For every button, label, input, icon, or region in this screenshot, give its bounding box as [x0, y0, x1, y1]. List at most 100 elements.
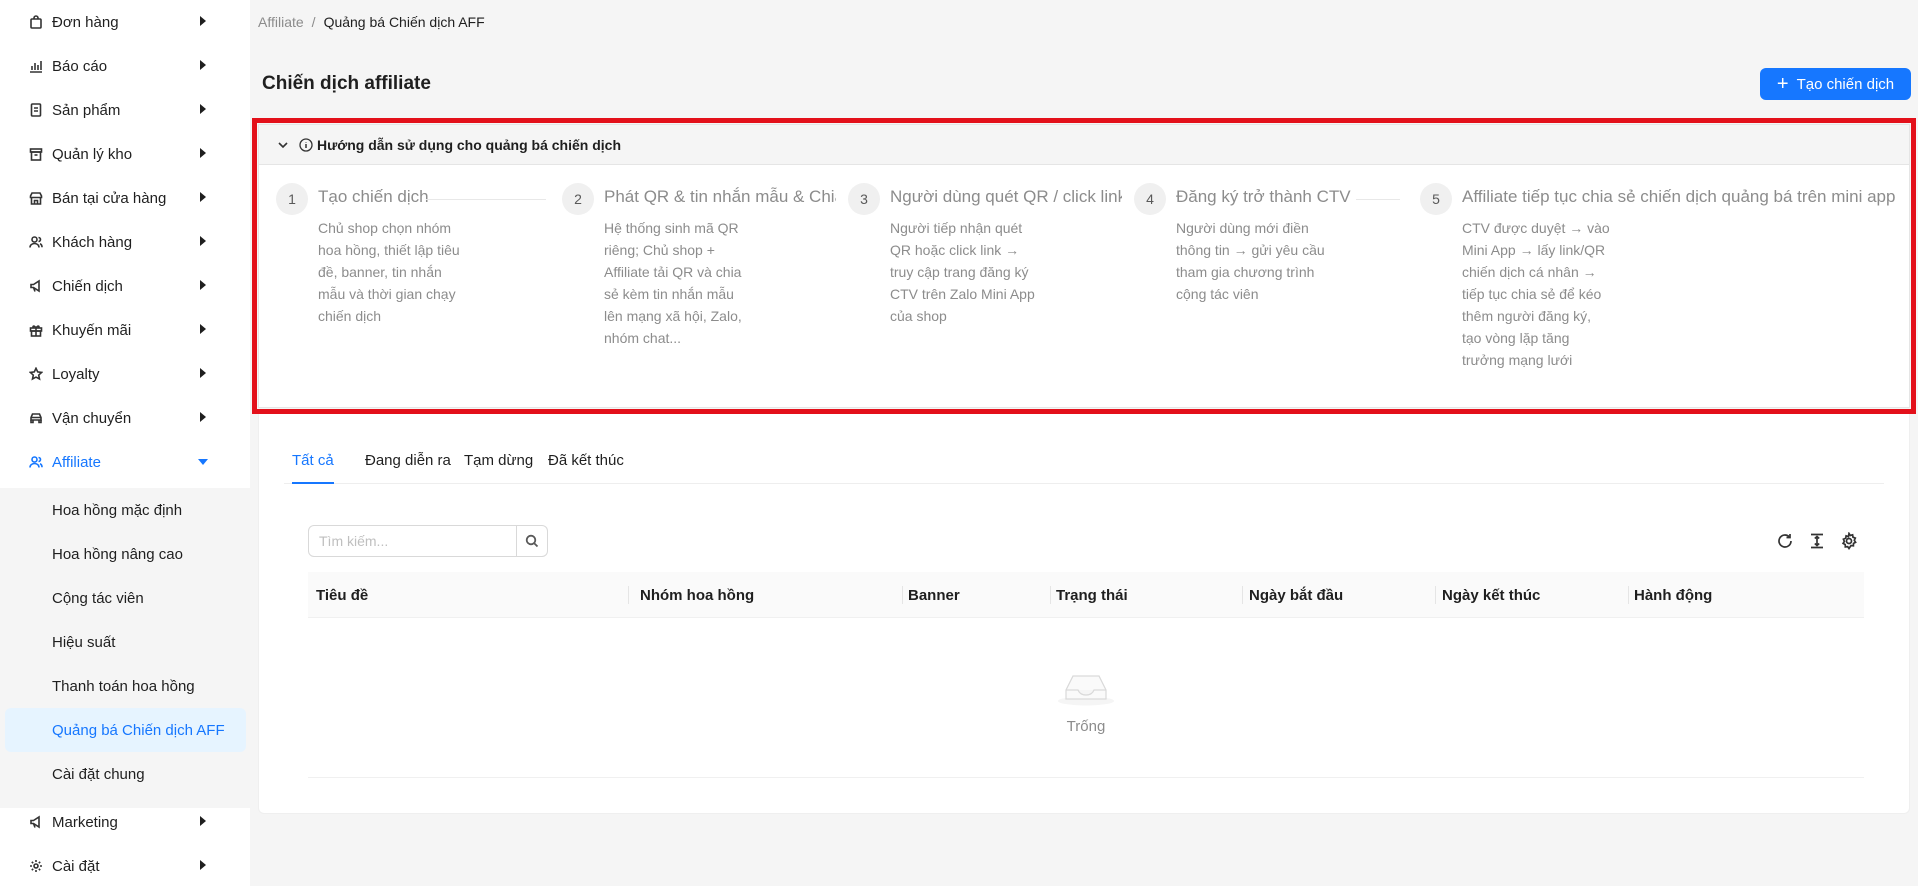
sidebar-item-label: Sản phẩm — [52, 101, 121, 119]
breadcrumb-separator: / — [311, 14, 316, 30]
sidebar-item-campaigns[interactable]: Chiến dịch — [0, 264, 250, 308]
caret-down-icon — [198, 459, 208, 465]
column-divider — [628, 586, 629, 604]
status-tabs: Tất cả Đang diễn ra Tạm dừng Đã kết thúc — [284, 414, 1884, 484]
submenu-item-performance[interactable]: Hiệu suất — [0, 620, 250, 664]
sidebar-item-label: Cài đặt — [52, 857, 100, 875]
step-number: 2 — [562, 183, 594, 215]
caret-right-icon — [200, 16, 206, 26]
info-circle-icon — [299, 137, 313, 152]
caret-right-icon — [200, 60, 206, 70]
sidebar-item-shipping[interactable]: Vận chuyển — [0, 396, 250, 440]
submenu-item-collaborators[interactable]: Cộng tác viên — [0, 576, 250, 620]
sidebar-item-promotions[interactable]: Khuyến mãi — [0, 308, 250, 352]
sidebar-item-loyalty[interactable]: Loyalty — [0, 352, 250, 396]
search-input[interactable] — [308, 525, 517, 557]
submenu-item-general-settings[interactable]: Cài đặt chung — [0, 752, 250, 796]
column-height-icon[interactable] — [1807, 531, 1827, 551]
settings-gear-icon[interactable] — [1839, 531, 1859, 551]
step-title: Người dùng quét QR / click link — [890, 187, 1122, 206]
sidebar: Đơn hàng Báo cáo Sản phẩm Quản lý kho Bá… — [0, 0, 250, 886]
submenu-item-label: Hoa hồng mặc định — [52, 501, 183, 519]
sidebar-item-affiliate[interactable]: Affiliate — [0, 440, 250, 484]
refresh-icon[interactable] — [1775, 531, 1795, 551]
chevron-down-icon[interactable] — [277, 139, 289, 151]
submenu-item-advanced-commission[interactable]: Hoa hồng nâng cao — [0, 532, 250, 576]
step-description: Người dùng mới điền thông tin → gửi yêu … — [1176, 220, 1325, 302]
sidebar-item-reports[interactable]: Báo cáo — [0, 44, 250, 88]
breadcrumb-current: Quảng bá Chiến dịch AFF — [323, 14, 485, 30]
column-header[interactable]: Trạng thái — [1056, 572, 1128, 618]
column-divider — [1050, 586, 1051, 604]
tab-running[interactable]: Đang diễn ra — [365, 452, 451, 469]
step-title: Tạo chiến dịch — [318, 187, 429, 206]
sidebar-item-orders[interactable]: Đơn hàng — [0, 0, 250, 44]
column-header[interactable]: Banner — [908, 572, 960, 618]
users-icon — [28, 234, 44, 250]
caret-right-icon — [200, 280, 206, 290]
column-header[interactable]: Tiêu đề — [316, 572, 368, 618]
sidebar-item-label: Marketing — [52, 813, 118, 831]
caret-right-icon — [200, 368, 206, 378]
users-icon — [28, 454, 44, 470]
caret-right-icon — [200, 236, 206, 246]
bar-chart-icon — [28, 58, 44, 74]
sidebar-item-settings[interactable]: Cài đặt — [0, 844, 250, 886]
sidebar-item-label: Báo cáo — [52, 57, 108, 75]
column-header[interactable]: Ngày kết thúc — [1442, 572, 1540, 618]
column-divider — [1242, 586, 1243, 604]
sidebar-item-products[interactable]: Sản phẩm — [0, 88, 250, 132]
search-icon — [525, 534, 539, 548]
sidebar-item-inventory[interactable]: Quản lý kho — [0, 132, 250, 176]
sidebar-item-marketing[interactable]: Marketing — [0, 800, 250, 844]
tab-ended[interactable]: Đã kết thúc — [548, 452, 624, 469]
submenu-item-commission-payment[interactable]: Thanh toán hoa hồng — [0, 664, 250, 708]
create-campaign-label: Tạo chiến dịch — [1796, 75, 1895, 93]
plus-icon: + — [1776, 73, 1789, 95]
sidebar-item-label: Khách hàng — [52, 233, 133, 251]
submenu-item-default-commission[interactable]: Hoa hồng mặc định — [0, 488, 250, 532]
submenu-item-campaign-promotion[interactable]: Quảng bá Chiến dịch AFF — [5, 708, 246, 752]
caret-right-icon — [200, 192, 206, 202]
caret-right-icon — [200, 324, 206, 334]
affiliate-submenu: Hoa hồng mặc định Hoa hồng nâng cao Cộng… — [0, 488, 250, 808]
column-divider — [1628, 586, 1629, 604]
gear-icon — [28, 858, 44, 874]
step-title: Đăng ký trở thành CTV — [1176, 187, 1351, 206]
step-connector — [426, 199, 546, 200]
store-icon — [28, 190, 44, 206]
bag-icon — [28, 14, 44, 30]
step-description: Chủ shop chọn nhóm hoa hồng, thiết lập t… — [318, 220, 460, 324]
caret-right-icon — [200, 816, 206, 826]
search-box — [308, 525, 548, 557]
submenu-item-label: Thanh toán hoa hồng — [52, 677, 195, 695]
sidebar-item-label: Chiến dịch — [52, 277, 123, 295]
column-header[interactable]: Hành động — [1634, 572, 1712, 618]
caret-right-icon — [200, 860, 206, 870]
breadcrumb-root-link[interactable]: Affiliate — [258, 14, 304, 30]
page-title: Chiến dịch affiliate — [262, 73, 431, 94]
sidebar-item-customers[interactable]: Khách hàng — [0, 220, 250, 264]
tab-paused[interactable]: Tạm dừng — [464, 452, 533, 469]
guide-collapse-header[interactable]: Hướng dẫn sử dụng cho quảng bá chiến dịc… — [259, 125, 1909, 165]
column-header[interactable]: Ngày bắt đầu — [1249, 572, 1343, 618]
search-button[interactable] — [517, 525, 548, 557]
caret-right-icon — [200, 412, 206, 422]
step-title: Phát QR & tin nhắn mẫu & Chia sẻ — [604, 187, 836, 206]
column-header[interactable]: Nhóm hoa hồng — [640, 572, 754, 618]
tab-all[interactable]: Tất cả — [292, 452, 334, 469]
step-description: Hệ thống sinh mã QR riêng; Chủ shop + Af… — [604, 220, 742, 346]
step-number: 3 — [848, 183, 880, 215]
campaign-list-card: Tất cả Đang diễn ra Tạm dừng Đã kết thúc… — [258, 414, 1910, 814]
step-title: Affiliate tiếp tục chia sẻ chiến dịch qu… — [1462, 187, 1896, 206]
sidebar-item-label: Bán tại cửa hàng — [52, 189, 167, 207]
step-connector — [1356, 199, 1400, 200]
gift-icon — [28, 322, 44, 338]
sidebar-item-label: Khuyến mãi — [52, 321, 132, 339]
sidebar-item-label: Đơn hàng — [52, 13, 119, 31]
sidebar-item-store-sales[interactable]: Bán tại cửa hàng — [0, 176, 250, 220]
caret-right-icon — [200, 104, 206, 114]
submenu-item-label: Cài đặt chung — [52, 765, 145, 783]
create-campaign-button[interactable]: + Tạo chiến dịch — [1760, 68, 1911, 100]
empty-state: Trống — [308, 618, 1864, 778]
